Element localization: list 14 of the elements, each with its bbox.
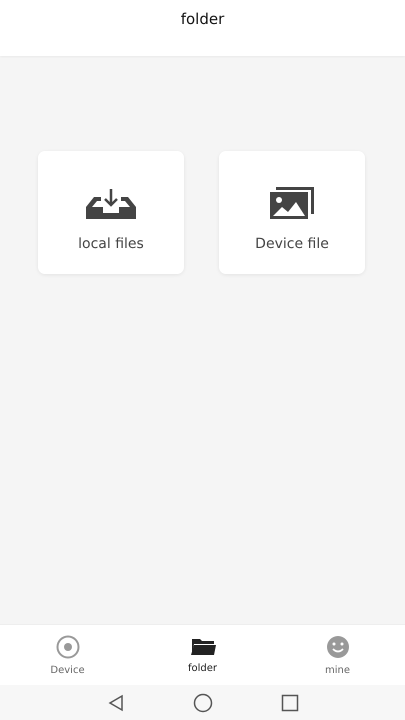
tray-download-icon bbox=[86, 187, 136, 219]
tab[interactable]: Device bbox=[0, 625, 135, 685]
page-title: folder bbox=[180, 10, 224, 30]
images-icon bbox=[270, 187, 314, 219]
back-icon[interactable] bbox=[106, 694, 124, 712]
folder-icon bbox=[190, 636, 216, 656]
home-icon[interactable] bbox=[192, 692, 212, 712]
file-source-card[interactable]: Device file bbox=[219, 151, 365, 274]
recents-icon[interactable] bbox=[280, 694, 298, 712]
file-source-card[interactable]: local files bbox=[38, 151, 184, 274]
disc-icon bbox=[56, 634, 80, 658]
tab[interactable]: mine bbox=[270, 625, 405, 685]
tab[interactable]: folder bbox=[135, 625, 270, 685]
smiley-icon bbox=[326, 634, 350, 658]
